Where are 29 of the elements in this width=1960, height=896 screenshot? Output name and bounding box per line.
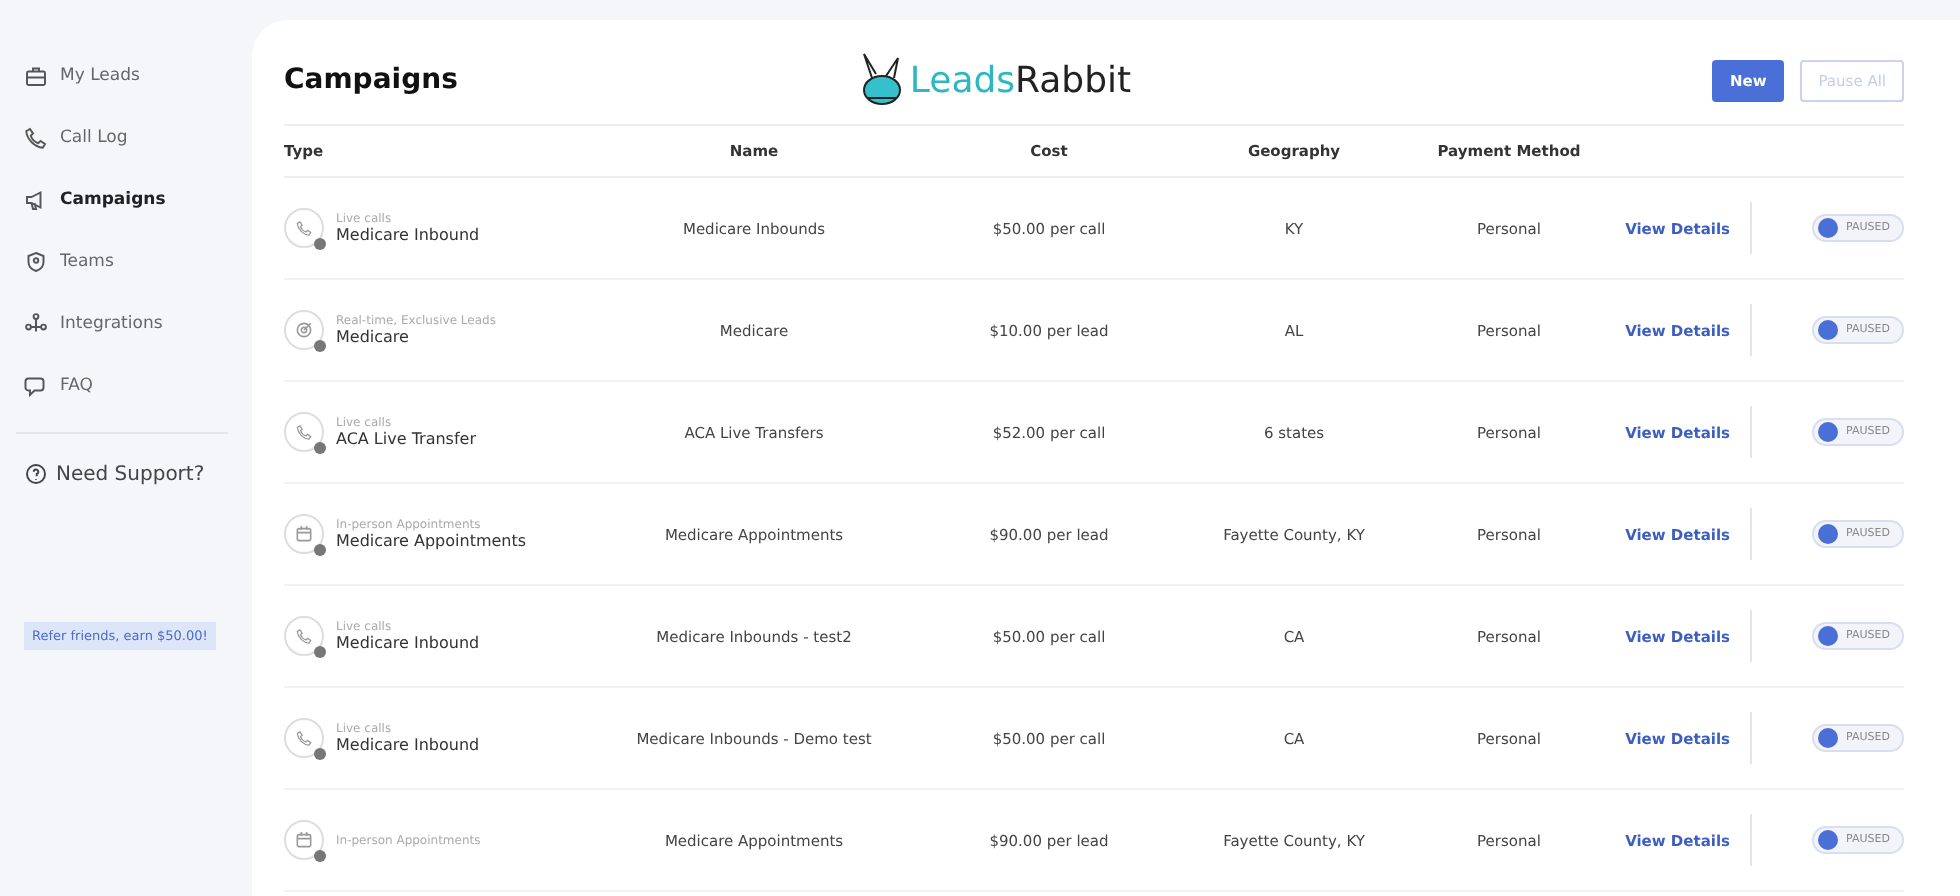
sidebar-item[interactable]: FAQ (24, 354, 244, 416)
chat-icon (24, 373, 48, 397)
page-title: Campaigns (284, 64, 458, 96)
type-title: Medicare Appointments (336, 532, 527, 550)
nodes-icon (24, 311, 48, 335)
target-icon (284, 310, 324, 350)
type-title: Medicare (336, 328, 411, 346)
phone-icon (284, 718, 324, 758)
type-title: ACA Live Transfer (336, 430, 476, 448)
sidebar-item[interactable]: My Leads (24, 44, 244, 106)
sidebar-item[interactable]: Integrations (24, 292, 244, 354)
calendar-icon (284, 514, 324, 554)
calendar-icon (284, 820, 324, 860)
sidebar-item[interactable]: Teams (24, 230, 244, 292)
briefcase-icon (24, 63, 48, 87)
phone-icon (284, 412, 324, 452)
type-title: Medicare Inbound (336, 736, 480, 754)
type-title: Medicare Inbound (336, 634, 480, 652)
rabbit-logo-icon (857, 50, 906, 110)
sidebar-item[interactable]: Call Log (24, 106, 244, 168)
phone-icon (284, 616, 324, 656)
logo-wordmark: LeadsRabbit (909, 59, 1132, 101)
shield-icon (24, 249, 48, 273)
phone-icon (284, 208, 324, 248)
type-title: Medicare Inbound (336, 226, 480, 244)
phone-icon (24, 125, 48, 149)
sidebar-item[interactable]: Campaigns (24, 168, 244, 230)
help-icon (24, 462, 48, 486)
support-link[interactable]: Need Support? (56, 463, 205, 485)
